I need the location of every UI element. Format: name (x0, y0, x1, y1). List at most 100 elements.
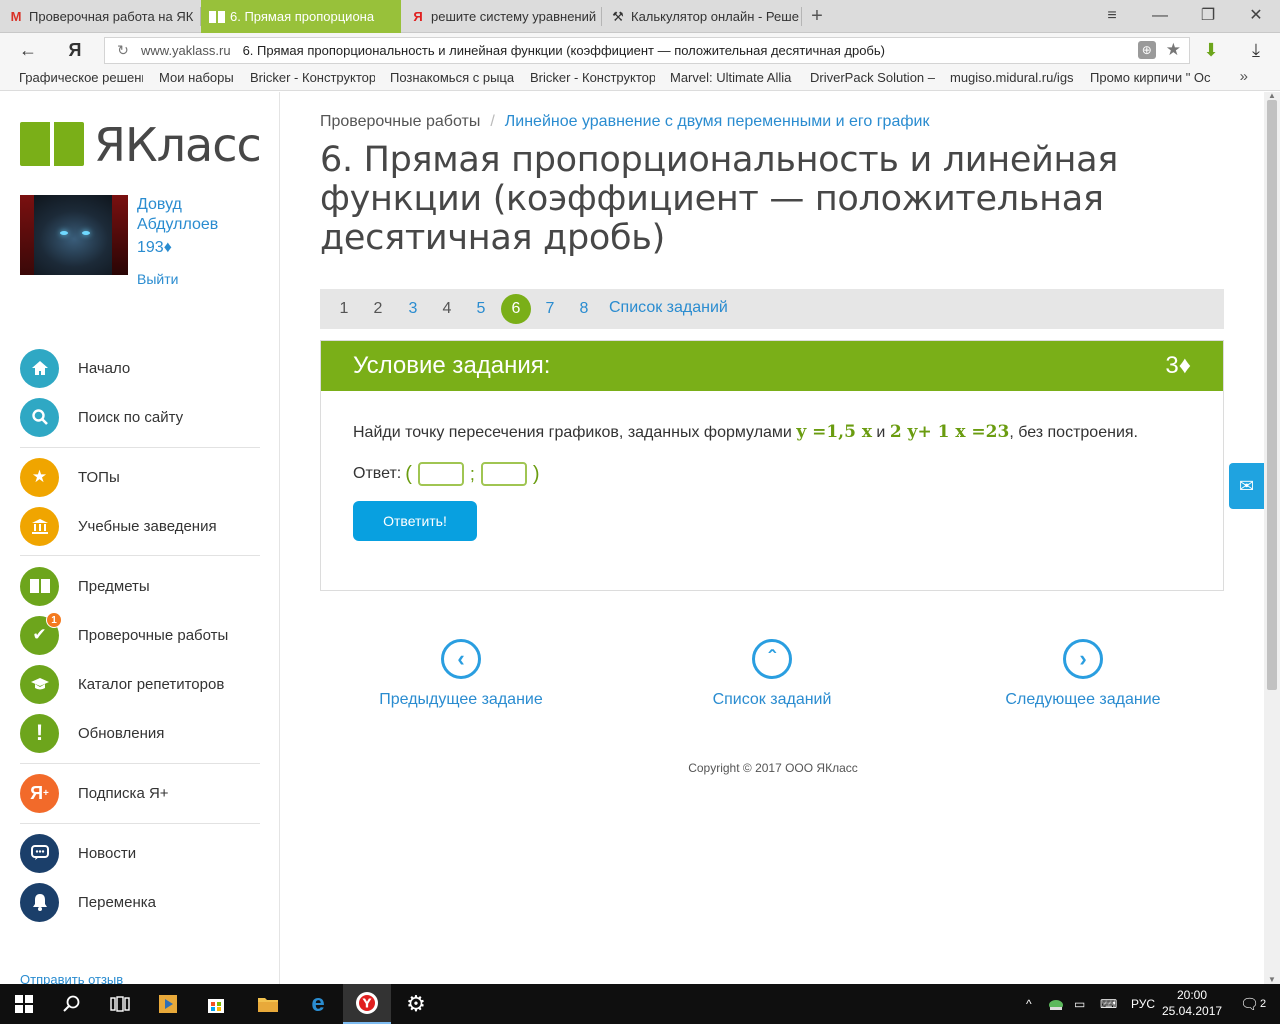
formula-1: y =1,5 x (796, 422, 872, 442)
task-header: Условие задания: 3♦ (321, 341, 1223, 391)
network-icon[interactable]: ▭ (1074, 984, 1085, 1024)
user-points[interactable]: 193♦ (137, 239, 172, 257)
yandex-browser-icon[interactable]: Y (343, 984, 391, 1024)
more-bookmarks-icon[interactable]: » (1240, 68, 1248, 85)
internet-explorer-icon[interactable]: e (294, 984, 342, 1024)
sidebar-item-label: Проверочные работы (78, 626, 229, 644)
tab-calculator[interactable]: ⚒ Калькулятор онлайн - Реше (602, 0, 802, 33)
sidebar-item-tutors[interactable]: Каталог репетиторов (20, 664, 260, 704)
exclamation-icon: ! (20, 713, 59, 753)
tab-yaklass[interactable]: 6. Прямая пропорциона (201, 0, 401, 33)
page-link-3[interactable]: 3 (398, 294, 428, 324)
bookmark-item[interactable]: Графическое решени (19, 70, 143, 88)
home-icon (20, 348, 59, 388)
task-list-link[interactable]: Список заданий (609, 299, 728, 317)
address-bar[interactable]: ↻ www.yaklass.ru 6. Прямая пропорциональ… (104, 37, 1190, 64)
sidebar-item-break[interactable]: Переменка (20, 882, 260, 922)
question-and: и (871, 424, 890, 441)
windows-start-icon[interactable] (0, 984, 48, 1024)
restore-icon[interactable]: ❐ (1196, 4, 1220, 28)
sidebar-item-label: Поиск по сайту (78, 408, 184, 426)
back-icon[interactable]: ← (15, 38, 41, 62)
scroll-down-icon[interactable]: ▼ (1264, 976, 1280, 984)
reload-icon[interactable]: ↻ (105, 42, 141, 59)
question-text: Найди точку пересечения графиков, заданн… (353, 424, 797, 441)
sidebar-item-news[interactable]: Новости (20, 833, 260, 873)
bookmark-item[interactable]: Промо кирпичи " Ос (1090, 70, 1215, 88)
media-player-icon[interactable] (144, 984, 192, 1024)
page-link-6-current[interactable]: 6 (501, 294, 531, 324)
avatar[interactable] (20, 195, 128, 275)
bookmark-item[interactable]: Bricker - Конструктор (530, 70, 655, 88)
close-icon[interactable]: ✕ (1244, 4, 1268, 28)
tab-title: 6. Прямая пропорциона (230, 9, 375, 24)
language-indicator[interactable]: РУС (1131, 984, 1155, 1024)
page-link-5[interactable]: 5 (466, 294, 496, 324)
page-link-8[interactable]: 8 (569, 294, 599, 324)
submit-answer-button[interactable]: Ответить! (353, 501, 477, 541)
page-link-2[interactable]: 2 (363, 294, 393, 324)
search-icon[interactable] (48, 984, 96, 1024)
yaklass-icon (209, 9, 225, 25)
task-view-icon[interactable] (96, 984, 144, 1024)
user-name[interactable]: Довуд Абдуллоев (137, 195, 257, 235)
answer-x-input[interactable] (417, 462, 464, 486)
store-icon[interactable] (192, 984, 240, 1024)
scroll-up-icon[interactable]: ▲ (1264, 92, 1280, 100)
prev-task-link[interactable]: ‹ Предыдущее задание (361, 639, 561, 709)
settings-gear-icon[interactable]: ⚙ (392, 984, 440, 1024)
bookmark-item[interactable]: DriverPack Solution – (810, 70, 935, 88)
close-paren: ) (532, 462, 540, 485)
breadcrumb-root[interactable]: Проверочные работы (320, 113, 480, 130)
file-explorer-icon[interactable] (244, 984, 292, 1024)
feedback-link[interactable]: Отправить отзыв (20, 972, 123, 984)
calculator-icon: ⚒ (612, 8, 624, 24)
tab-title: Калькулятор онлайн - Реше (631, 9, 799, 24)
sidebar-item-label: Учебные заведения (78, 517, 217, 535)
sidebar-item-home[interactable]: Начало (20, 348, 260, 388)
question-tail: , без построения. (1009, 424, 1138, 441)
page-link-7[interactable]: 7 (535, 294, 565, 324)
tray-expand-icon[interactable]: ^ (1026, 984, 1032, 1024)
task-card: Условие задания: 3♦ Найди точку пересече… (320, 340, 1224, 591)
bookmark-item[interactable]: Познакомься с рыца (390, 70, 514, 88)
sidebar-item-tests[interactable]: ✔ 1 Проверочные работы (20, 611, 260, 655)
task-list-nav-link[interactable]: ˆ Список заданий (672, 639, 872, 709)
feedback-mail-icon[interactable]: ✉ (1229, 463, 1264, 509)
bookmark-item[interactable]: Мои наборы (159, 70, 239, 88)
minimize-icon[interactable]: — (1148, 4, 1172, 28)
breadcrumb-current[interactable]: Линейное уравнение с двумя переменными и… (505, 113, 930, 130)
menu-icon[interactable]: ≡ (1100, 4, 1124, 28)
bookmark-item[interactable]: mugiso.midural.ru/igs (950, 70, 1075, 88)
page-link-4[interactable]: 4 (432, 294, 462, 324)
tab-yandex-search[interactable]: Я решите систему уравнений (402, 0, 602, 33)
bookmark-star-icon[interactable]: ★ (1166, 41, 1181, 59)
new-tab-button[interactable]: + (806, 4, 828, 28)
scroll-thumb[interactable] (1267, 100, 1277, 690)
answer-separator: ; (469, 463, 475, 484)
system-clock[interactable]: 20:00 25.04.2017 (1162, 987, 1222, 1019)
protect-icon[interactable]: ⊕ (1137, 41, 1156, 59)
sidebar-item-updates[interactable]: ! Обновления (20, 713, 260, 753)
sidebar-item-subscription[interactable]: Я + Подписка Я+ (20, 773, 260, 813)
bookmark-item[interactable]: Bricker - Конструктор (250, 70, 375, 88)
logout-link[interactable]: Выйти (137, 271, 178, 287)
tab-gmail[interactable]: M Проверочная работа на ЯК (0, 0, 200, 33)
download-shield-icon[interactable]: ⬇ (1198, 38, 1224, 62)
sidebar-item-subjects[interactable]: Предметы (20, 566, 260, 606)
notification-center-icon[interactable]: 🗨 2 (1240, 984, 1266, 1024)
sidebar-item-tops[interactable]: ★ ТОПы (20, 457, 260, 497)
sidebar-item-label: Начало (78, 359, 131, 377)
page-link-1[interactable]: 1 (329, 294, 359, 324)
next-task-link[interactable]: › Следующее задание (983, 639, 1183, 709)
answer-y-input[interactable] (480, 462, 527, 486)
sidebar-item-institutions[interactable]: Учебные заведения (20, 506, 260, 546)
bookmark-item[interactable]: Marvel: Ultimate Allia (670, 70, 795, 88)
keyboard-icon[interactable]: ⌨ (1100, 984, 1117, 1024)
yaklass-logo[interactable]: ЯКласс (20, 118, 262, 172)
sidebar-item-search[interactable]: Поиск по сайту (20, 397, 260, 437)
network-status-icon[interactable] (1048, 984, 1064, 1024)
page-scrollbar[interactable]: ▲ ▼ (1264, 92, 1280, 984)
downloads-icon[interactable]: ⤓ (1243, 38, 1269, 62)
yandex-logo-icon[interactable]: Я (62, 38, 88, 62)
